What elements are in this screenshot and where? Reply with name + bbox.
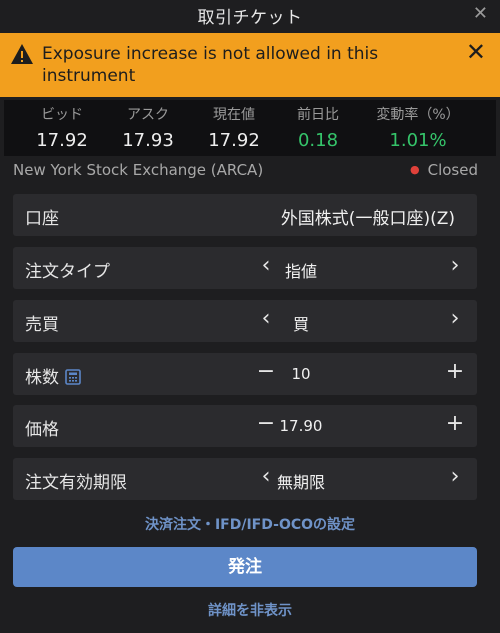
close-icon[interactable]: ✕: [473, 3, 488, 24]
plus-icon[interactable]: +: [443, 411, 467, 436]
quote-change: 前日比 0.18: [274, 100, 362, 151]
account-row[interactable]: 口座 外国株式(一般口座)(Z): [13, 194, 477, 236]
quote-label: ビッド: [41, 107, 83, 123]
alert-close-icon[interactable]: ✕: [466, 38, 486, 66]
order-type-row: 注文タイプ ‹ 指値 ›: [13, 247, 477, 289]
quote-ask: アスク 17.93: [104, 100, 192, 151]
price-value[interactable]: 17.90: [125, 417, 477, 435]
validity-row: 注文有効期限 ‹ 無期限 ›: [13, 458, 477, 500]
quote-value: 17.93: [122, 130, 174, 151]
status-dot-icon: ●: [410, 163, 420, 176]
price-row: 価格 − 17.90 +: [13, 405, 477, 447]
validity-value: 無期限: [276, 473, 325, 492]
quote-value: 0.18: [297, 130, 339, 151]
quote-value: 17.92: [36, 130, 88, 151]
chevron-right-icon[interactable]: ›: [443, 464, 467, 489]
quote-label: 前日比: [297, 107, 339, 123]
market-status: ● Closed: [410, 161, 478, 179]
chevron-right-icon[interactable]: ›: [443, 253, 467, 278]
calculator-icon[interactable]: [65, 369, 81, 385]
window-title: 取引チケット: [197, 8, 303, 28]
alert-message: Exposure increase is not allowed in this…: [42, 44, 379, 86]
order-type-value: 指値: [284, 262, 317, 281]
validity-label: 注文有効期限: [25, 473, 127, 493]
side-value: 買: [292, 315, 309, 334]
warning-icon: [11, 44, 33, 64]
quote-label: 変動率（%）: [376, 107, 460, 123]
quote-label: 現在値: [213, 107, 255, 123]
quote-bid: ビッド 17.92: [18, 100, 106, 151]
submit-order-button[interactable]: 発注: [13, 547, 477, 587]
order-type-label: 注文タイプ: [25, 262, 110, 282]
quantity-label-group: 株数: [25, 363, 81, 388]
market-status-label: Closed: [427, 161, 478, 179]
quote-change-pct: 変動率（%） 1.01%: [366, 100, 470, 151]
side-row: 売買 ‹ 買 ›: [13, 300, 477, 342]
side-label: 売買: [25, 315, 59, 335]
exchange-name: New York Stock Exchange (ARCA): [13, 161, 264, 179]
chevron-right-icon[interactable]: ›: [443, 306, 467, 331]
account-value: 外国株式(一般口座)(Z): [280, 209, 455, 229]
title-bar: 取引チケット ✕: [0, 0, 500, 32]
price-label: 価格: [25, 420, 59, 440]
plus-icon[interactable]: +: [443, 359, 467, 384]
hide-details-link[interactable]: 詳細を非表示: [0, 600, 500, 620]
quote-last: 現在値 17.92: [190, 100, 278, 151]
settlement-order-link[interactable]: 決済注文・IFD/IFD-OCOの設定: [0, 514, 500, 534]
quote-label: アスク: [127, 107, 169, 123]
quote-value: 17.92: [208, 130, 260, 151]
quantity-row: 株数 − 10 +: [13, 353, 477, 395]
quote-panel: ビッド 17.92 アスク 17.93 現在値 17.92 前日比 0.18 変…: [4, 100, 496, 156]
alert-banner: Exposure increase is not allowed in this…: [0, 33, 500, 97]
account-label: 口座: [25, 209, 59, 229]
quantity-value[interactable]: 10: [125, 365, 477, 383]
quote-value: 1.01%: [389, 130, 447, 151]
quantity-label: 株数: [25, 368, 59, 388]
